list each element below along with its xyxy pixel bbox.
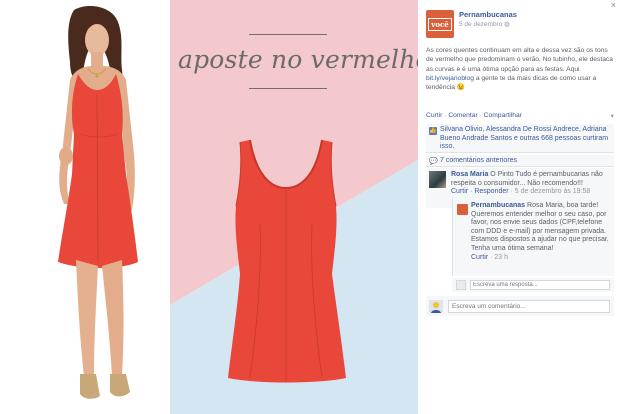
- post-meta: 5 de dezembro ◍: [459, 20, 517, 30]
- page-avatar[interactable]: você: [426, 10, 454, 38]
- comment-button[interactable]: Comentar: [448, 112, 477, 119]
- reply-author[interactable]: Pernambucanas: [471, 202, 525, 209]
- reply-text: Rosa Maria, boa tarde! Queremos entender…: [471, 202, 609, 252]
- avatar-logo-text: você: [428, 17, 452, 31]
- page-name-link[interactable]: Pernambucanas: [459, 10, 517, 20]
- post-sidebar: × você Pernambucanas 5 de dezembro ◍ As …: [418, 0, 620, 414]
- comment-actions[interactable]: Curtir · Responder: [451, 188, 509, 195]
- globe-icon: ◍: [504, 21, 510, 28]
- model-figure: [58, 6, 138, 399]
- post-text-start: As cores quentes continuam em alta e des…: [426, 47, 613, 73]
- likes-text[interactable]: Silvana Olivio, Alessandra De Rossi Andr…: [440, 126, 608, 150]
- comment-composer: [426, 296, 614, 316]
- previous-comments-label[interactable]: 7 comentários anteriores: [440, 157, 517, 164]
- post-header-text: Pernambucanas 5 de dezembro ◍: [459, 10, 517, 38]
- user-avatar-small: [456, 280, 466, 290]
- share-dropdown-icon[interactable]: ▾: [611, 112, 614, 120]
- reply-input[interactable]: [470, 280, 610, 290]
- reply-time[interactable]: · 23 h: [488, 254, 508, 261]
- commenter-avatar[interactable]: [429, 171, 446, 188]
- post-timestamp[interactable]: 5 de dezembro: [459, 21, 502, 28]
- reply-body: Pernambucanas Rosa Maria, boa tarde! Que…: [471, 202, 611, 262]
- user-avatar-icon: [429, 300, 443, 313]
- close-icon[interactable]: ×: [611, 0, 616, 10]
- reply-actions[interactable]: Curtir: [471, 254, 488, 261]
- post-photo[interactable]: aposte no vermelho: [0, 0, 418, 414]
- previous-comments-link[interactable]: 💬 7 comentários anteriores: [426, 155, 614, 167]
- facebook-photo-viewer: aposte no vermelho × você Pernambucanas …: [0, 0, 620, 414]
- headline-rule-top: [249, 34, 327, 35]
- share-button[interactable]: Compartilhar: [484, 112, 522, 119]
- likes-summary: 👍 Silvana Olivio, Alessandra De Rossi An…: [426, 124, 614, 153]
- headline-rule-bottom: [249, 88, 327, 89]
- post-link[interactable]: bit.ly/vejanoblog: [426, 75, 474, 82]
- comment-author[interactable]: Rosa Maria: [451, 171, 488, 178]
- headline-block: aposte no vermelho: [178, 34, 418, 89]
- reply-page-avatar[interactable]: [457, 204, 468, 215]
- post-actions: Curtir · Comentar · Compartilhar ▾: [426, 112, 614, 120]
- like-button[interactable]: Curtir: [426, 112, 442, 119]
- comment-bubble-icon: 💬: [429, 158, 438, 165]
- photo-headline: aposte no vermelho: [178, 45, 418, 74]
- dress-product-image: [228, 139, 346, 383]
- reply-item: Pernambucanas Rosa Maria, boa tarde! Que…: [452, 198, 614, 276]
- comment-time[interactable]: · 5 de dezembro às 19:58: [509, 188, 591, 195]
- thumbs-up-icon: 👍: [429, 127, 437, 135]
- reply-composer: [452, 278, 614, 292]
- comment-input[interactable]: [448, 300, 610, 313]
- comment-body: Rosa Maria O Pinto Tudo é pernambucanas …: [451, 171, 611, 197]
- post-header: você Pernambucanas 5 de dezembro ◍: [426, 10, 517, 38]
- post-text: As cores quentes continuam em alta e des…: [426, 46, 614, 92]
